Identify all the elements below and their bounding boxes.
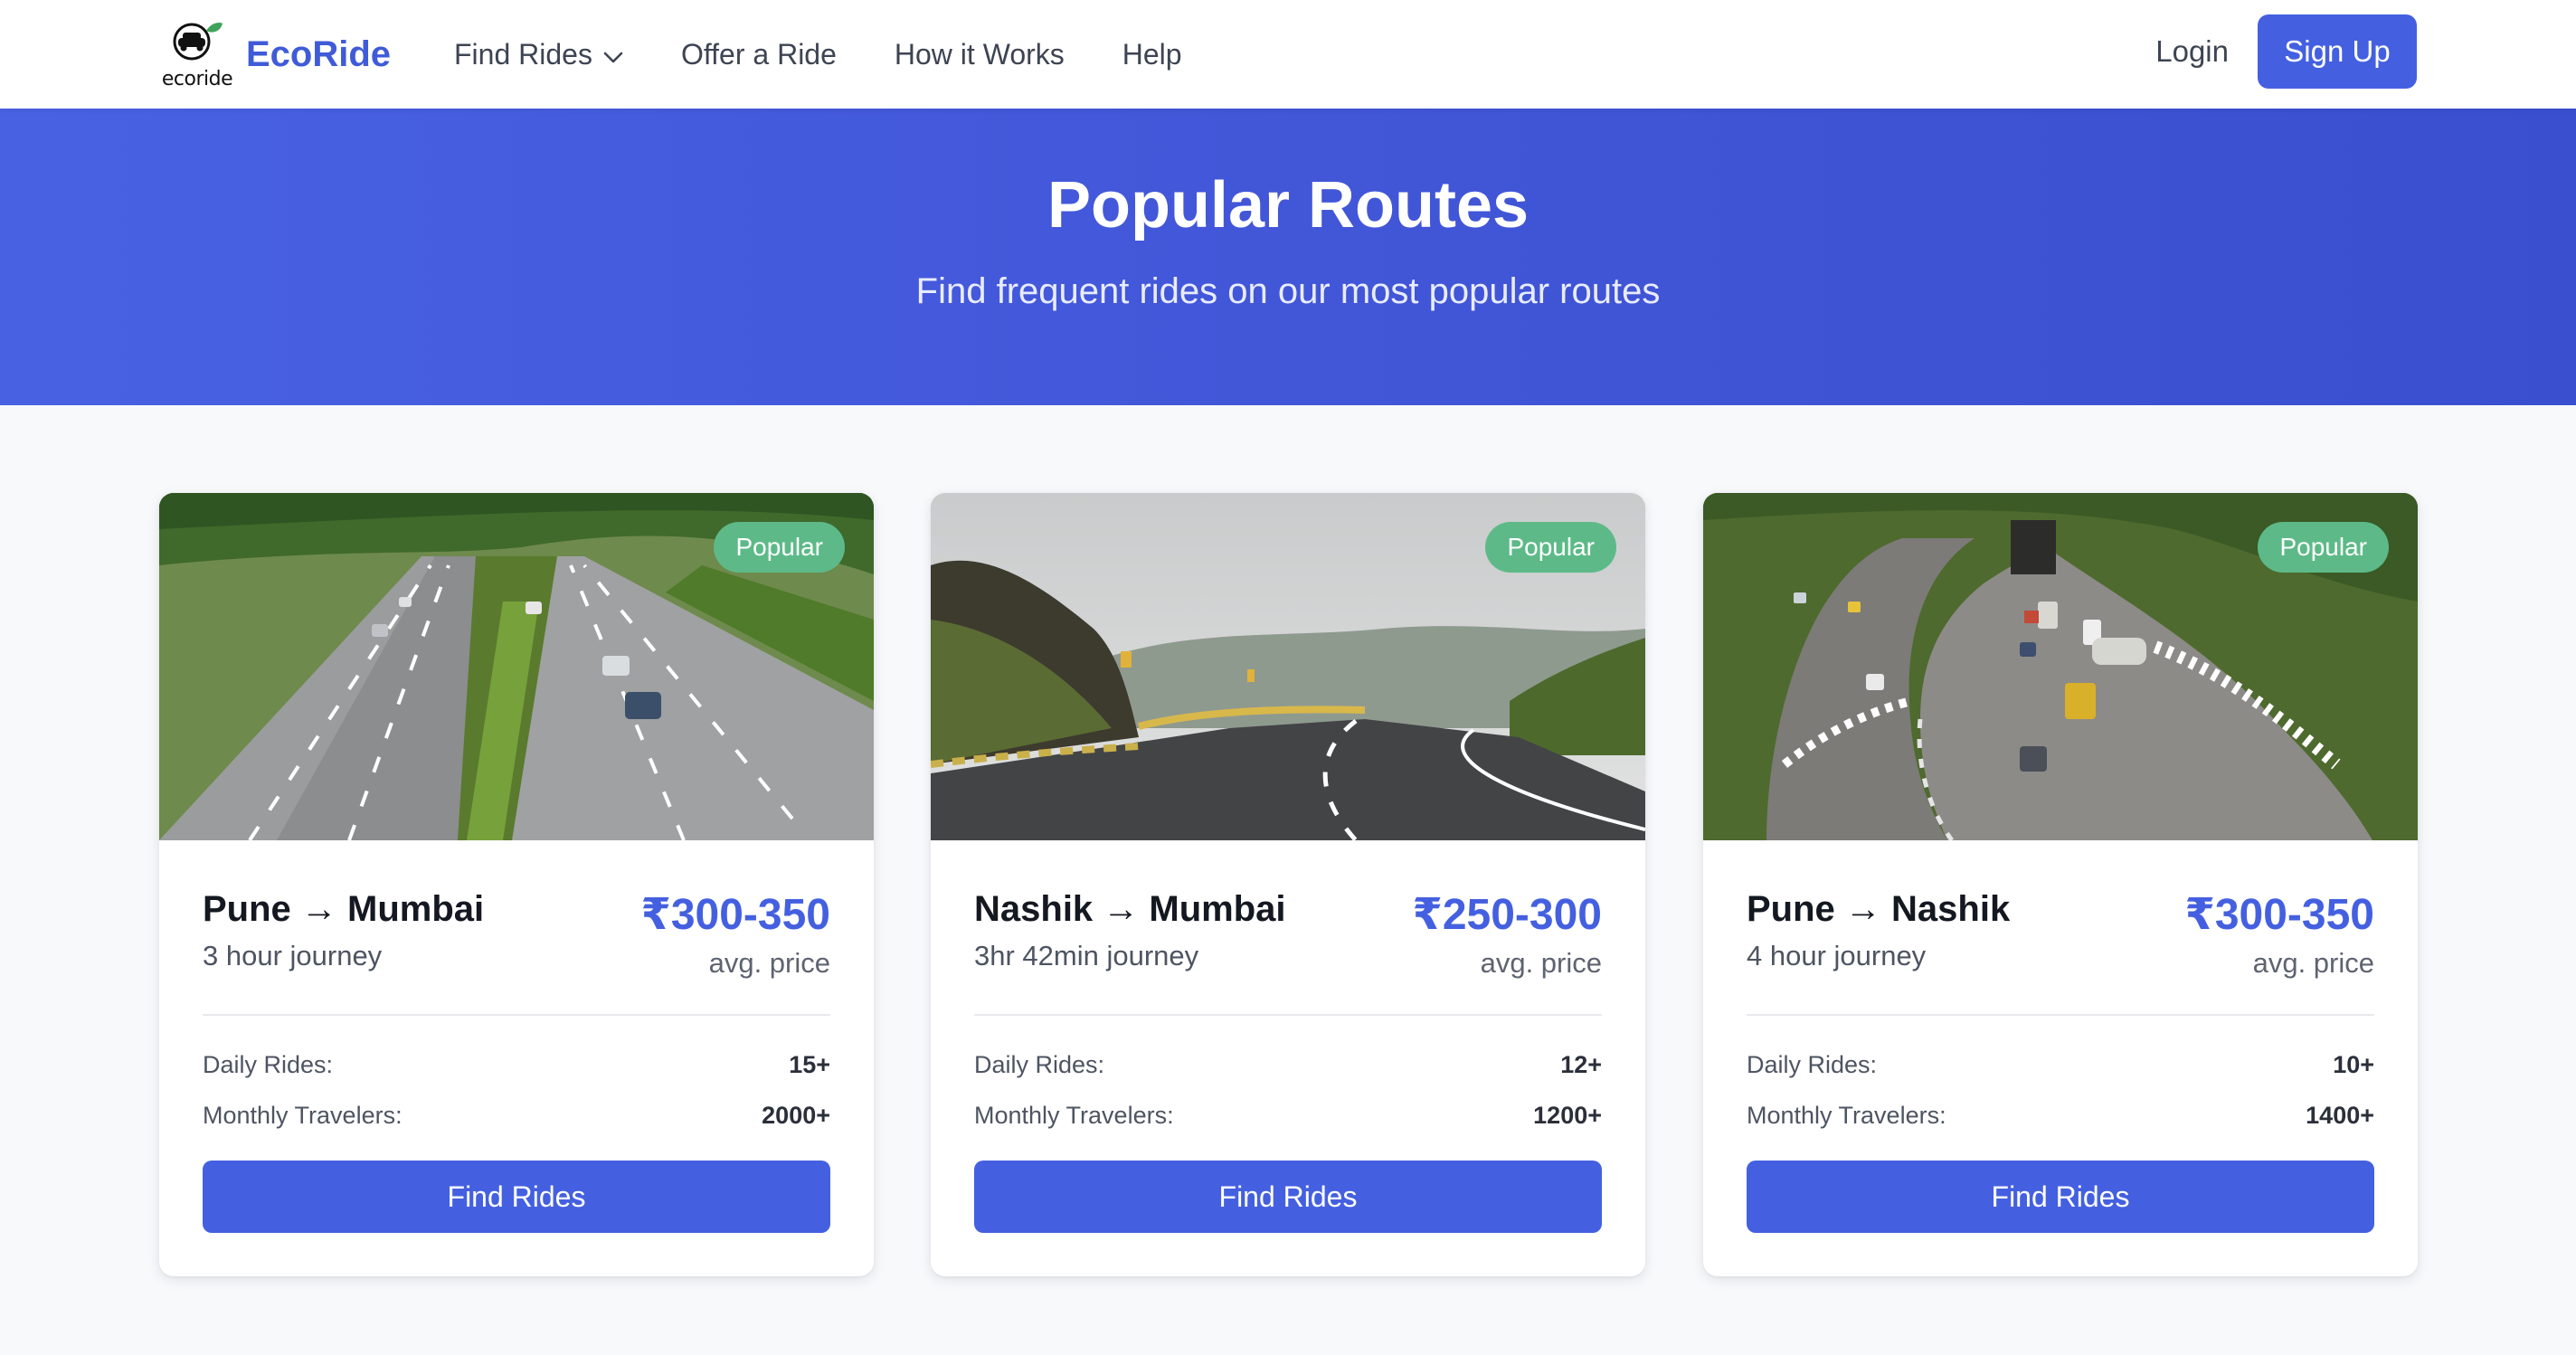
login-link[interactable]: Login (2155, 34, 2229, 69)
route-price: ₹300-350 (640, 891, 830, 939)
popular-badge: Popular (714, 522, 845, 573)
monthly-travelers-row: Monthly Travelers: 1400+ (1747, 1097, 2374, 1133)
auth-actions: Login Sign Up (2155, 14, 2417, 89)
find-rides-button[interactable]: Find Rides (203, 1161, 830, 1233)
daily-rides-row: Daily Rides: 15+ (203, 1047, 830, 1083)
daily-rides-label: Daily Rides: (1747, 1050, 1878, 1078)
page-title: Popular Routes (1046, 169, 1530, 242)
daily-rides-value: 15+ (789, 1050, 830, 1078)
route-duration: 4 hour journey (1747, 940, 1927, 971)
find-rides-button[interactable]: Find Rides (1747, 1161, 2374, 1233)
divider (203, 1014, 830, 1016)
nav-offer-ride[interactable]: Offer a Ride (681, 38, 837, 71)
monthly-travelers-label: Monthly Travelers: (974, 1101, 1174, 1129)
route-card: Popular Nashik → Mumbai 3hr 42min journe… (931, 493, 1645, 1276)
hero-banner: Popular Routes Find frequent rides on ou… (0, 109, 2576, 405)
monthly-travelers-row: Monthly Travelers: 2000+ (203, 1097, 830, 1133)
daily-rides-value: 12+ (1560, 1050, 1602, 1078)
primary-nav: Find Rides Offer a Ride How it Works Hel… (454, 0, 1240, 109)
nav-find-rides-dropdown[interactable]: Find Rides (454, 38, 623, 71)
daily-rides-value: 10+ (2333, 1050, 2374, 1078)
chevron-down-icon (603, 38, 623, 71)
nav-find-rides-label: Find Rides (454, 37, 592, 71)
monthly-travelers-label: Monthly Travelers: (203, 1101, 402, 1129)
divider (1747, 1014, 2374, 1016)
find-rides-button[interactable]: Find Rides (974, 1161, 1602, 1233)
signup-button[interactable]: Sign Up (2258, 14, 2417, 89)
nav-help[interactable]: Help (1122, 38, 1182, 71)
divider (974, 1014, 1602, 1016)
monthly-travelers-label: Monthly Travelers: (1747, 1101, 1946, 1129)
daily-rides-row: Daily Rides: 12+ (974, 1047, 1602, 1083)
ecoride-logo: ecoride (159, 16, 233, 92)
route-title: Pune → Nashik (1747, 889, 2011, 929)
logo-text: ecoride (161, 68, 233, 90)
route-title: Nashik → Mumbai (974, 889, 1286, 929)
route-title: Pune → Mumbai (203, 889, 485, 929)
route-price: ₹250-300 (1412, 891, 1602, 939)
popular-badge: Popular (1485, 522, 1616, 573)
popular-badge: Popular (2258, 522, 2389, 573)
page-subtitle: Find frequent rides on our most popular … (915, 271, 1661, 311)
navbar: ecoride EcoRide Find Rides Offer a Ride … (0, 0, 2576, 109)
daily-rides-row: Daily Rides: 10+ (1747, 1047, 2374, 1083)
nav-how-it-works[interactable]: How it Works (895, 38, 1065, 71)
monthly-travelers-value: 1200+ (1533, 1101, 1602, 1129)
route-duration: 3hr 42min journey (974, 940, 1199, 971)
route-cards: Popular Pune → Mumbai 3 hour journey ₹30… (159, 493, 2418, 1276)
route-duration: 3 hour journey (203, 940, 383, 971)
brand-link[interactable]: ecoride EcoRide (159, 16, 391, 92)
daily-rides-label: Daily Rides: (203, 1050, 334, 1078)
route-price: ₹300-350 (2184, 891, 2374, 939)
monthly-travelers-value: 2000+ (762, 1101, 830, 1129)
route-card: Popular Pune → Nashik 4 hour journey ₹30… (1703, 493, 2418, 1276)
price-note: avg. price (708, 947, 830, 979)
brand-name[interactable]: EcoRide (246, 34, 391, 75)
route-card: Popular Pune → Mumbai 3 hour journey ₹30… (159, 493, 874, 1276)
monthly-travelers-row: Monthly Travelers: 1200+ (974, 1097, 1602, 1133)
price-note: avg. price (2252, 947, 2374, 979)
daily-rides-label: Daily Rides: (974, 1050, 1105, 1078)
monthly-travelers-value: 1400+ (2306, 1101, 2374, 1129)
price-note: avg. price (1480, 947, 1602, 979)
